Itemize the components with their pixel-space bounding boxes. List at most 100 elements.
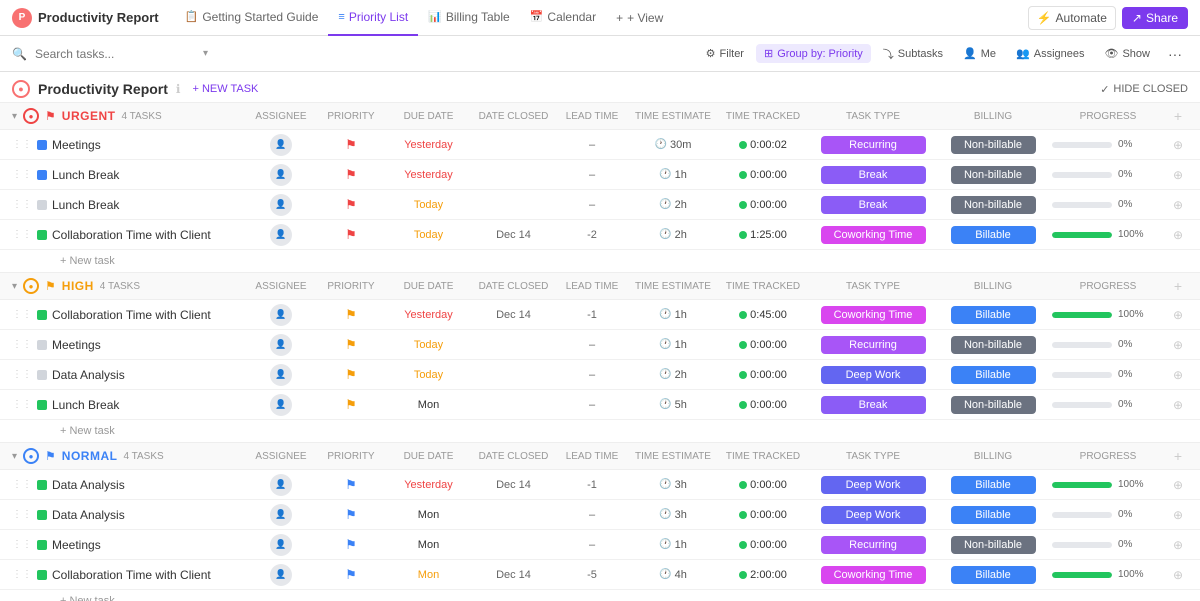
row-action[interactable]: ⊕ [1168, 228, 1188, 242]
avatar[interactable]: 👤 [270, 194, 292, 216]
drag-handle-icon[interactable]: ⋮⋮ [12, 569, 32, 580]
task-name[interactable]: Lunch Break [52, 168, 119, 182]
group-by-btn[interactable]: ⊞ Group by: Priority [756, 44, 871, 63]
col-add[interactable]: + [1168, 448, 1188, 464]
row-action[interactable]: ⊕ [1168, 508, 1188, 522]
task-name[interactable]: Data Analysis [52, 478, 125, 492]
avatar[interactable]: 👤 [270, 534, 292, 556]
new-task-row[interactable]: + New task [0, 250, 1200, 272]
col-add[interactable]: + [1168, 278, 1188, 294]
assignees-btn[interactable]: 👥 Assignees [1008, 44, 1092, 63]
task-name[interactable]: Collaboration Time with Client [52, 568, 211, 582]
priority-flag-icon[interactable]: ⚑ [345, 367, 357, 383]
due-date-cell[interactable]: Today [386, 339, 471, 351]
due-date-cell[interactable]: Yesterday [386, 169, 471, 181]
subtasks-btn[interactable]: ⤵ Subtasks [875, 43, 951, 65]
priority-flag-icon[interactable]: ⚑ [345, 227, 357, 243]
task-name[interactable]: Meetings [52, 538, 101, 552]
row-action[interactable]: ⊕ [1168, 398, 1188, 412]
avatar[interactable]: 👤 [270, 334, 292, 356]
priority-flag-icon[interactable]: ⚑ [345, 137, 357, 153]
drag-handle-icon[interactable]: ⋮⋮ [12, 309, 32, 320]
priority-flag-icon[interactable]: ⚑ [345, 537, 357, 553]
tab-priority-list[interactable]: ≡ Priority List [328, 0, 418, 36]
filter-btn[interactable]: ⚙ Filter [698, 44, 752, 63]
due-date-cell[interactable]: Today [386, 199, 471, 211]
avatar[interactable]: 👤 [270, 164, 292, 186]
hide-closed-btn[interactable]: ✓ HIDE CLOSED [1100, 83, 1188, 96]
automate-btn[interactable]: ⚡ Automate [1028, 6, 1116, 30]
row-action[interactable]: ⊕ [1168, 138, 1188, 152]
drag-handle-icon[interactable]: ⋮⋮ [12, 139, 32, 150]
drag-handle-icon[interactable]: ⋮⋮ [12, 479, 32, 490]
priority-flag-icon[interactable]: ⚑ [345, 337, 357, 353]
priority-flag-icon[interactable]: ⚑ [345, 167, 357, 183]
priority-flag-icon[interactable]: ⚑ [345, 567, 357, 583]
due-date-cell[interactable]: Mon [386, 569, 471, 581]
task-name[interactable]: Lunch Break [52, 198, 119, 212]
new-task-row[interactable]: + New task [0, 420, 1200, 442]
new-task-btn[interactable]: + NEW TASK [192, 83, 258, 95]
due-date-cell[interactable]: Yesterday [386, 139, 471, 151]
main-content: ● Productivity Report ℹ + NEW TASK ✓ HID… [0, 72, 1200, 601]
drag-handle-icon[interactable]: ⋮⋮ [12, 539, 32, 550]
tab-getting-started[interactable]: 📋 Getting Started Guide [175, 0, 329, 36]
drag-handle-icon[interactable]: ⋮⋮ [12, 229, 32, 240]
priority-flag-icon[interactable]: ⚑ [345, 197, 357, 213]
avatar[interactable]: 👤 [270, 564, 292, 586]
row-action[interactable]: ⊕ [1168, 338, 1188, 352]
section-collapse-icon[interactable]: ▾ [12, 281, 17, 292]
task-name[interactable]: Collaboration Time with Client [52, 308, 211, 322]
due-date-cell[interactable]: Mon [386, 509, 471, 521]
due-date-cell[interactable]: Yesterday [386, 309, 471, 321]
due-date-cell[interactable]: Mon [386, 399, 471, 411]
row-action[interactable]: ⊕ [1168, 538, 1188, 552]
drag-handle-icon[interactable]: ⋮⋮ [12, 169, 32, 180]
share-btn[interactable]: ↗ Share [1122, 7, 1188, 29]
row-action[interactable]: ⊕ [1168, 478, 1188, 492]
new-task-row[interactable]: + New task [0, 590, 1200, 601]
task-name[interactable]: Data Analysis [52, 508, 125, 522]
task-name[interactable]: Meetings [52, 138, 101, 152]
avatar[interactable]: 👤 [270, 504, 292, 526]
tab-billing-table[interactable]: 📊 Billing Table [418, 0, 520, 36]
due-date-cell[interactable]: Yesterday [386, 479, 471, 491]
task-name[interactable]: Data Analysis [52, 368, 125, 382]
avatar[interactable]: 👤 [270, 224, 292, 246]
row-action[interactable]: ⊕ [1168, 198, 1188, 212]
priority-flag-icon[interactable]: ⚑ [345, 507, 357, 523]
avatar[interactable]: 👤 [270, 304, 292, 326]
section-collapse-icon[interactable]: ▾ [12, 451, 17, 462]
col-add[interactable]: + [1168, 108, 1188, 124]
row-action[interactable]: ⊕ [1168, 368, 1188, 382]
drag-handle-icon[interactable]: ⋮⋮ [12, 509, 32, 520]
avatar[interactable]: 👤 [270, 364, 292, 386]
priority-flag-icon[interactable]: ⚑ [345, 307, 357, 323]
avatar[interactable]: 👤 [270, 474, 292, 496]
drag-handle-icon[interactable]: ⋮⋮ [12, 369, 32, 380]
me-btn[interactable]: 👤 Me [955, 44, 1004, 63]
avatar[interactable]: 👤 [270, 134, 292, 156]
section-collapse-icon[interactable]: ▾ [12, 111, 17, 122]
avatar[interactable]: 👤 [270, 394, 292, 416]
search-input[interactable] [35, 47, 195, 61]
drag-handle-icon[interactable]: ⋮⋮ [12, 399, 32, 410]
priority-flag-icon[interactable]: ⚑ [345, 397, 357, 413]
row-action[interactable]: ⊕ [1168, 568, 1188, 582]
row-action[interactable]: ⊕ [1168, 168, 1188, 182]
drag-handle-icon[interactable]: ⋮⋮ [12, 199, 32, 210]
show-btn[interactable]: 👁 Show [1097, 44, 1159, 63]
tab-calendar[interactable]: 📅 Calendar [520, 0, 606, 36]
add-view-btn[interactable]: + + View [606, 0, 673, 36]
chevron-down-icon[interactable]: ▾ [203, 48, 208, 59]
drag-handle-icon[interactable]: ⋮⋮ [12, 339, 32, 350]
priority-flag-icon[interactable]: ⚑ [345, 477, 357, 493]
task-name[interactable]: Lunch Break [52, 398, 119, 412]
due-date-cell[interactable]: Today [386, 229, 471, 241]
more-btn[interactable]: ··· [1162, 43, 1188, 65]
due-date-cell[interactable]: Mon [386, 539, 471, 551]
due-date-cell[interactable]: Today [386, 369, 471, 381]
task-name[interactable]: Meetings [52, 338, 101, 352]
task-name[interactable]: Collaboration Time with Client [52, 228, 211, 242]
row-action[interactable]: ⊕ [1168, 308, 1188, 322]
